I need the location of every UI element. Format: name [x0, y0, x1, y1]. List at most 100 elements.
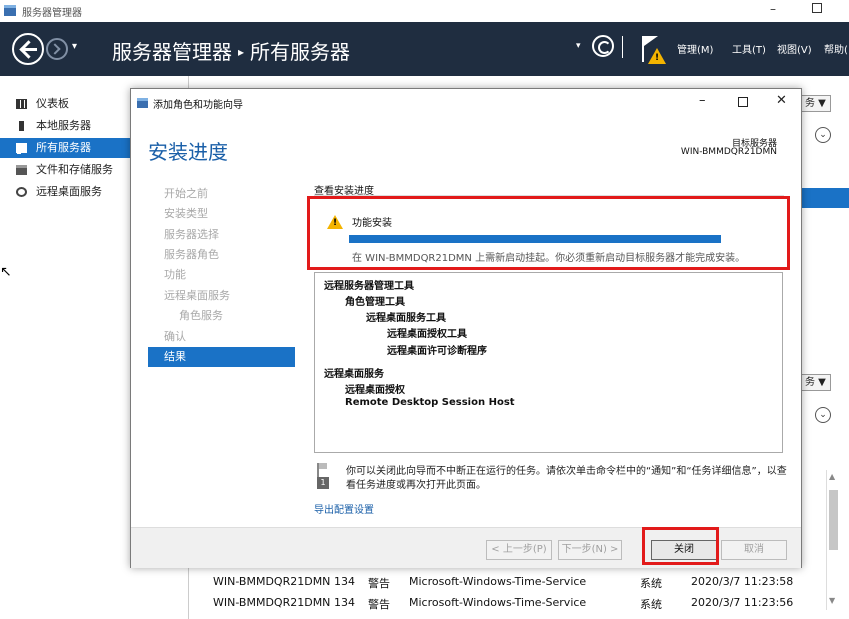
- next-button[interactable]: 下一步(N) >: [558, 540, 622, 560]
- event-server: WIN-BMMDQR21DMN: [213, 575, 331, 588]
- close-wizard-note: 你可以关闭此向导而不中断正在运行的任务。请依次单击命令栏中的“通知”和“任务详细…: [346, 466, 787, 491]
- previous-button[interactable]: < 上一步(P): [486, 540, 552, 560]
- minimize-button[interactable]: –: [770, 2, 776, 16]
- menu-help[interactable]: 帮助(: [824, 41, 848, 56]
- dialog-minimize-button[interactable]: –: [699, 93, 706, 108]
- history-dropdown-icon[interactable]: ▾: [72, 41, 77, 52]
- event-source: Microsoft-Windows-Time-Service: [409, 575, 587, 588]
- sidebar-item-label: 远程桌面服务: [36, 185, 102, 198]
- install-status-highlight: ! 功能安装 在 WIN-BMMDQR21DMN 上需新启动挂起。你必须重新启动…: [307, 196, 790, 270]
- breadcrumb-root[interactable]: 服务器管理器: [112, 40, 232, 64]
- sidebar-item-label: 所有服务器: [36, 141, 91, 154]
- notification-flag-icon: 1: [317, 463, 331, 489]
- breadcrumb: 服务器管理器 ▸ 所有服务器: [112, 36, 350, 65]
- dialog-maximize-button[interactable]: [738, 97, 748, 107]
- remote-desktop-icon: [16, 187, 27, 197]
- menu-view[interactable]: 视图(V): [777, 41, 812, 56]
- event-log: 系统: [640, 598, 662, 611]
- install-progress-bar: [349, 235, 721, 243]
- dialog-titlebar[interactable]: 添加角色和功能向导 – ✕: [131, 89, 801, 117]
- result-item: 远程桌面服务工具: [366, 313, 446, 324]
- result-item: Remote Desktop Session Host: [345, 397, 515, 408]
- export-configuration-link[interactable]: 导出配置设置: [314, 501, 374, 516]
- step-confirmation[interactable]: 确认: [148, 327, 295, 347]
- sidebar-item-remote-desktop[interactable]: 远程桌面服务: [0, 182, 130, 202]
- install-progress-fill: [349, 235, 721, 243]
- notification-badge: 1: [317, 477, 329, 489]
- wizard-icon: [137, 98, 148, 108]
- app-title: 服务器管理器: [22, 8, 82, 19]
- close-button-highlight: [642, 527, 719, 565]
- breadcrumb-separator-icon: ▸: [238, 45, 245, 59]
- install-results-list: 远程服务器管理工具角色管理工具远程桌面服务工具远程桌面授权工具远程桌面许可诊断程…: [314, 272, 783, 453]
- event-datetime: 2020/3/7 11:23:56: [691, 596, 794, 609]
- dialog-title: 添加角色和功能向导: [153, 100, 243, 111]
- sidebar-item-file-storage[interactable]: 文件和存储服务: [0, 160, 130, 180]
- sidebar-item-label: 仪表板: [36, 97, 69, 110]
- add-roles-wizard-dialog: 添加角色和功能向导 – ✕ 安装进度 目标服务器 WIN-BMMDQR21DMN…: [130, 88, 802, 568]
- result-item: 远程桌面授权: [345, 385, 405, 396]
- menu-manage[interactable]: 管理(M): [677, 41, 713, 56]
- result-item: 远程服务器管理工具: [324, 281, 414, 292]
- event-server: WIN-BMMDQR21DMN: [213, 596, 331, 609]
- header-divider: [622, 36, 623, 58]
- scroll-up-icon[interactable]: ▲: [829, 472, 835, 481]
- event-level: 警告: [368, 577, 390, 590]
- event-level: 警告: [368, 598, 390, 611]
- file-storage-icon: [16, 165, 27, 175]
- breadcrumb-current: 所有服务器: [250, 40, 351, 64]
- install-status-message: 在 WIN-BMMDQR21DMN 上需新启动挂起。你必须重新启动目标服务器才能…: [352, 253, 746, 264]
- app-titlebar: 服务器管理器 –: [0, 0, 849, 22]
- step-before-you-begin[interactable]: 开始之前: [148, 184, 295, 204]
- cancel-button[interactable]: 取消: [721, 540, 787, 560]
- feature-install-label: 功能安装: [352, 218, 392, 229]
- destination-server-name: WIN-BMMDQR21DMN: [680, 147, 777, 157]
- step-server-roles[interactable]: 服务器角色: [148, 245, 295, 265]
- restore-button[interactable]: [812, 3, 822, 13]
- tasks-dropdown-2[interactable]: 务 ▼: [800, 374, 831, 391]
- tasks-dropdown-1[interactable]: 务 ▼: [800, 95, 831, 112]
- sidebar-item-dashboard[interactable]: 仪表板: [0, 94, 130, 114]
- expand-chevron-icon[interactable]: ⌄: [815, 407, 831, 423]
- dashboard-icon: [16, 99, 27, 109]
- step-role-services[interactable]: 角色服务: [148, 306, 295, 326]
- result-item: 远程桌面服务: [324, 369, 384, 380]
- sidebar-item-all-servers[interactable]: 所有服务器: [0, 138, 130, 158]
- scroll-down-icon[interactable]: ▼: [829, 596, 835, 605]
- sidebar: 仪表板 本地服务器 所有服务器 文件和存储服务 远程桌面服务: [0, 76, 130, 619]
- mouse-cursor-icon: ↖: [0, 264, 12, 280]
- page-title: 安装进度: [148, 140, 228, 164]
- dialog-close-icon[interactable]: ✕: [776, 93, 787, 108]
- event-id: 134: [334, 596, 355, 609]
- expand-chevron-icon[interactable]: ⌄: [815, 127, 831, 143]
- event-log: 系统: [640, 577, 662, 590]
- events-scrollbar[interactable]: ▲ ▼: [826, 470, 840, 610]
- app-header: ▾ 服务器管理器 ▸ 所有服务器 ▾ ! 管理(M) 工具(T) 视图(V) 帮助(: [0, 22, 849, 76]
- local-server-icon: [19, 121, 24, 131]
- refresh-dropdown-icon[interactable]: ▾: [576, 41, 581, 51]
- result-item: 远程桌面授权工具: [387, 329, 467, 340]
- menu-tools[interactable]: 工具(T): [732, 41, 766, 56]
- forward-button[interactable]: [46, 38, 68, 60]
- result-item: 角色管理工具: [345, 297, 405, 308]
- event-id: 134: [334, 575, 355, 588]
- scroll-thumb[interactable]: [829, 490, 838, 550]
- step-features[interactable]: 功能: [148, 265, 295, 285]
- step-installation-type[interactable]: 安装类型: [148, 204, 295, 224]
- install-status-panel: ! 功能安装 在 WIN-BMMDQR21DMN 上需新启动挂起。你必须重新启动…: [315, 202, 783, 266]
- server-manager-icon: [4, 5, 16, 16]
- step-results[interactable]: 结果: [148, 347, 295, 367]
- result-item: 远程桌面许可诊断程序: [387, 346, 487, 357]
- notifications-flag-icon[interactable]: !: [640, 34, 666, 64]
- sidebar-item-label: 本地服务器: [36, 119, 91, 132]
- back-button[interactable]: [12, 33, 44, 65]
- sidebar-item-local-server[interactable]: 本地服务器: [0, 116, 130, 136]
- event-source: Microsoft-Windows-Time-Service: [409, 596, 587, 609]
- event-datetime: 2020/3/7 11:23:58: [691, 575, 794, 588]
- all-servers-icon: [16, 143, 27, 154]
- sidebar-item-label: 文件和存储服务: [36, 163, 113, 176]
- step-server-selection[interactable]: 服务器选择: [148, 225, 295, 245]
- step-remote-desktop-services[interactable]: 远程桌面服务: [148, 286, 295, 306]
- refresh-icon[interactable]: [592, 35, 614, 57]
- selected-server-row[interactable]: [800, 188, 849, 208]
